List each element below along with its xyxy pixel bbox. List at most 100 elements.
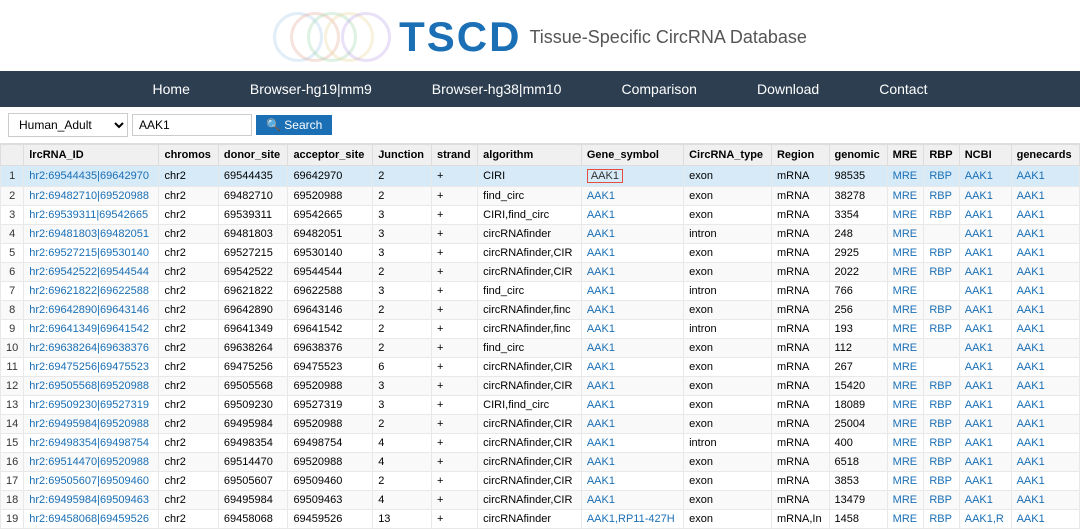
nav-download[interactable]: Download	[727, 71, 849, 107]
row-gene[interactable]: AAK1	[581, 320, 683, 339]
row-genecards[interactable]: AAK1	[1011, 453, 1079, 472]
mre-link[interactable]: MRE	[893, 190, 917, 202]
gene-link[interactable]: AAK1	[587, 437, 615, 449]
ncbi-link[interactable]: AAK1	[965, 304, 993, 316]
gene-link[interactable]: AAK1	[587, 361, 615, 373]
row-ncbi[interactable]: AAK1	[959, 225, 1011, 244]
row-gene[interactable]: AAK1	[581, 282, 683, 301]
row-mre[interactable]: MRE	[887, 472, 924, 491]
row-ncbi[interactable]: AAK1	[959, 166, 1011, 187]
genecards-link[interactable]: AAK1	[1017, 323, 1045, 335]
row-rbp[interactable]: RBP	[924, 301, 959, 320]
row-ncbi[interactable]: AAK1	[959, 339, 1011, 358]
row-genecards[interactable]: AAK1	[1011, 282, 1079, 301]
gene-link[interactable]: AAK1	[587, 456, 615, 468]
row-genecards[interactable]: AAK1	[1011, 434, 1079, 453]
row-mre[interactable]: MRE	[887, 206, 924, 225]
row-rbp[interactable]: RBP	[924, 396, 959, 415]
mre-link[interactable]: MRE	[893, 266, 917, 278]
row-mre[interactable]: MRE	[887, 187, 924, 206]
ncbi-link[interactable]: AAK1	[965, 361, 993, 373]
ncbi-link[interactable]: AAK1	[965, 170, 993, 182]
row-ncbi[interactable]: AAK1	[959, 358, 1011, 377]
search-button[interactable]: 🔍 Search	[256, 115, 332, 135]
row-rbp[interactable]: RBP	[924, 453, 959, 472]
species-select[interactable]: Human_Adult Human_Fetal Mouse_Adult	[8, 113, 128, 137]
ncbi-link[interactable]: AAK1,R	[965, 513, 1004, 525]
rbp-link[interactable]: RBP	[929, 304, 952, 316]
row-rbp[interactable]: RBP	[924, 415, 959, 434]
mre-link[interactable]: MRE	[893, 285, 917, 297]
mre-link[interactable]: MRE	[893, 418, 917, 430]
row-ncbi[interactable]: AAK1	[959, 206, 1011, 225]
row-gene[interactable]: AAK1	[581, 453, 683, 472]
gene-link[interactable]: AAK1,RP11-427H	[587, 513, 675, 525]
row-rbp[interactable]: RBP	[924, 166, 959, 187]
row-gene[interactable]: AAK1	[581, 263, 683, 282]
genecards-link[interactable]: AAK1	[1017, 437, 1045, 449]
row-rbp[interactable]	[924, 282, 959, 301]
rbp-link[interactable]: RBP	[929, 266, 952, 278]
genecards-link[interactable]: AAK1	[1017, 304, 1045, 316]
mre-link[interactable]: MRE	[893, 399, 917, 411]
genecards-link[interactable]: AAK1	[1017, 399, 1045, 411]
genecards-link[interactable]: AAK1	[1017, 266, 1045, 278]
gene-link[interactable]: AAK1	[587, 475, 615, 487]
row-ncbi[interactable]: AAK1	[959, 396, 1011, 415]
mre-link[interactable]: MRE	[893, 304, 917, 316]
row-rbp[interactable]: RBP	[924, 206, 959, 225]
row-ncbi[interactable]: AAK1,R	[959, 510, 1011, 529]
gene-link[interactable]: AAK1	[587, 323, 615, 335]
mre-link[interactable]: MRE	[893, 380, 917, 392]
row-rbp[interactable]: RBP	[924, 510, 959, 529]
row-genecards[interactable]: AAK1	[1011, 263, 1079, 282]
rbp-link[interactable]: RBP	[929, 456, 952, 468]
rbp-link[interactable]: RBP	[929, 437, 952, 449]
ncbi-link[interactable]: AAK1	[965, 285, 993, 297]
row-genecards[interactable]: AAK1	[1011, 510, 1079, 529]
mre-link[interactable]: MRE	[893, 228, 917, 240]
row-rbp[interactable]	[924, 339, 959, 358]
rbp-link[interactable]: RBP	[929, 247, 952, 259]
row-mre[interactable]: MRE	[887, 225, 924, 244]
row-ncbi[interactable]: AAK1	[959, 263, 1011, 282]
genecards-link[interactable]: AAK1	[1017, 380, 1045, 392]
row-ncbi[interactable]: AAK1	[959, 187, 1011, 206]
rbp-link[interactable]: RBP	[929, 209, 952, 221]
row-genecards[interactable]: AAK1	[1011, 206, 1079, 225]
rbp-link[interactable]: RBP	[929, 399, 952, 411]
row-mre[interactable]: MRE	[887, 396, 924, 415]
row-gene[interactable]: AAK1	[581, 415, 683, 434]
ncbi-link[interactable]: AAK1	[965, 437, 993, 449]
row-rbp[interactable]: RBP	[924, 377, 959, 396]
genecards-link[interactable]: AAK1	[1017, 228, 1045, 240]
gene-link[interactable]: AAK1	[587, 399, 615, 411]
gene-link[interactable]: AAK1	[587, 247, 615, 259]
rbp-link[interactable]: RBP	[929, 170, 952, 182]
row-ncbi[interactable]: AAK1	[959, 472, 1011, 491]
row-mre[interactable]: MRE	[887, 282, 924, 301]
ncbi-link[interactable]: AAK1	[965, 266, 993, 278]
row-mre[interactable]: MRE	[887, 358, 924, 377]
genecards-link[interactable]: AAK1	[1017, 285, 1045, 297]
genecards-link[interactable]: AAK1	[1017, 342, 1045, 354]
row-gene[interactable]: AAK1	[581, 491, 683, 510]
rbp-link[interactable]: RBP	[929, 323, 952, 335]
gene-link[interactable]: AAK1	[587, 228, 615, 240]
ncbi-link[interactable]: AAK1	[965, 209, 993, 221]
row-mre[interactable]: MRE	[887, 263, 924, 282]
ncbi-link[interactable]: AAK1	[965, 247, 993, 259]
rbp-link[interactable]: RBP	[929, 418, 952, 430]
gene-link[interactable]: AAK1	[587, 209, 615, 221]
row-genecards[interactable]: AAK1	[1011, 244, 1079, 263]
row-mre[interactable]: MRE	[887, 320, 924, 339]
row-gene[interactable]: AAK1	[581, 472, 683, 491]
rbp-link[interactable]: RBP	[929, 380, 952, 392]
genecards-link[interactable]: AAK1	[1017, 190, 1045, 202]
gene-link[interactable]: AAK1	[587, 380, 615, 392]
rbp-link[interactable]: RBP	[929, 190, 952, 202]
gene-link[interactable]: AAK1	[587, 418, 615, 430]
row-genecards[interactable]: AAK1	[1011, 187, 1079, 206]
row-rbp[interactable]: RBP	[924, 263, 959, 282]
row-genecards[interactable]: AAK1	[1011, 472, 1079, 491]
